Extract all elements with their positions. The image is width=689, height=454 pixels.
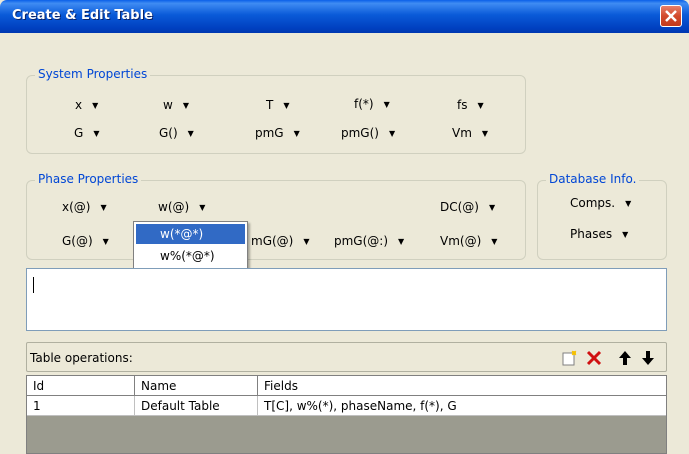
system-properties-group: System Properties bbox=[26, 67, 526, 154]
phase-prop-G[interactable]: G(@) ▼ bbox=[62, 234, 109, 248]
sys-prop-x[interactable]: x ▼ bbox=[75, 98, 98, 112]
sys-prop-pmG[interactable]: pmG ▼ bbox=[255, 126, 300, 140]
phase-prop-mG[interactable]: mG(@) ▼ bbox=[251, 234, 310, 248]
delete-icon[interactable] bbox=[585, 349, 603, 367]
dropdown-arrow-icon: ▼ bbox=[477, 101, 484, 110]
menu-item-w-star[interactable]: w(*@*) bbox=[136, 224, 245, 244]
phase-prop-w-label: w(@) bbox=[158, 200, 190, 214]
dropdown-arrow-icon: ▼ bbox=[625, 199, 632, 208]
db-info-phases[interactable]: Phases ▼ bbox=[570, 227, 628, 241]
sys-prop-pmG-paren-label: pmG() bbox=[341, 126, 379, 140]
new-table-icon[interactable] bbox=[560, 349, 578, 367]
database-info-group: Database Info. bbox=[537, 172, 667, 260]
sys-prop-pmG-label: pmG bbox=[255, 126, 284, 140]
dropdown-arrow-icon: ▼ bbox=[93, 129, 100, 138]
text-caret bbox=[33, 277, 34, 293]
dropdown-arrow-icon: ▼ bbox=[491, 237, 498, 246]
sys-prop-x-label: x bbox=[75, 98, 83, 112]
move-down-icon[interactable] bbox=[639, 349, 657, 367]
dropdown-arrow-icon: ▼ bbox=[388, 129, 396, 138]
phase-properties-group: Phase Properties bbox=[26, 172, 526, 260]
dropdown-arrow-icon: ▼ bbox=[383, 100, 390, 109]
dropdown-arrow-icon: ▼ bbox=[102, 237, 109, 246]
column-header-id[interactable]: Id bbox=[27, 376, 135, 396]
sys-prop-f[interactable]: f(*) ▼ bbox=[354, 97, 390, 111]
dropdown-arrow-icon: ▼ bbox=[622, 230, 629, 239]
column-header-name[interactable]: Name bbox=[135, 376, 258, 396]
sys-prop-w-label: w bbox=[163, 98, 173, 112]
expression-editor[interactable] bbox=[26, 268, 667, 331]
menu-item-w-percent-star[interactable]: w%(*@*) bbox=[136, 246, 245, 266]
sys-prop-fs[interactable]: fs ▼ bbox=[457, 98, 484, 112]
phase-prop-x-label: x(@) bbox=[62, 200, 91, 214]
sys-prop-f-label: f(*) bbox=[354, 97, 374, 111]
table-row-fields[interactable]: T[C], w%(*), phaseName, f(*), G bbox=[258, 396, 666, 416]
dropdown-arrow-icon: ▼ bbox=[488, 203, 496, 212]
phase-prop-Vm[interactable]: Vm(@) ▼ bbox=[440, 234, 497, 248]
sys-prop-G-paren-label: G() bbox=[159, 126, 178, 140]
sys-prop-w[interactable]: w ▼ bbox=[163, 98, 189, 112]
phase-properties-legend: Phase Properties bbox=[35, 172, 142, 186]
column-header-fields[interactable]: Fields bbox=[258, 376, 666, 396]
title-bar: Create & Edit Table bbox=[0, 0, 689, 33]
dropdown-arrow-icon: ▼ bbox=[293, 129, 300, 138]
phase-prop-mG-label: mG(@) bbox=[251, 234, 294, 248]
phase-prop-pmG-label: pmG(@:) bbox=[334, 234, 389, 248]
dropdown-arrow-icon: ▼ bbox=[182, 101, 189, 110]
sys-prop-G-label: G bbox=[74, 126, 84, 140]
db-info-comps[interactable]: Comps. ▼ bbox=[570, 196, 631, 210]
dropdown-arrow-icon: ▼ bbox=[199, 203, 206, 212]
dropdown-arrow-icon: ▼ bbox=[481, 129, 489, 138]
phase-w-dropdown-menu: w(*@*) w%(*@*) bbox=[133, 221, 248, 269]
table-operations-label: Table operations: bbox=[30, 351, 133, 365]
dropdown-arrow-icon: ▼ bbox=[398, 237, 405, 246]
db-info-phases-label: Phases bbox=[570, 227, 613, 241]
sys-prop-T[interactable]: T ▼ bbox=[266, 98, 290, 112]
sys-prop-fs-label: fs bbox=[457, 98, 468, 112]
sys-prop-pmG-paren[interactable]: pmG() ▼ bbox=[341, 126, 395, 140]
phase-prop-Vm-label: Vm(@) bbox=[440, 234, 482, 248]
phase-prop-w[interactable]: w(@) ▼ bbox=[158, 200, 205, 214]
system-properties-legend: System Properties bbox=[35, 67, 151, 81]
phase-prop-G-label: G(@) bbox=[62, 234, 93, 248]
dropdown-arrow-icon: ▼ bbox=[303, 237, 310, 246]
tables-list: Id Name Fields 1 Default Table T[C], w%(… bbox=[26, 375, 667, 454]
sys-prop-G-paren[interactable]: G() ▼ bbox=[159, 126, 194, 140]
close-icon bbox=[665, 10, 677, 22]
dropdown-arrow-icon: ▼ bbox=[100, 203, 107, 212]
move-up-icon[interactable] bbox=[616, 349, 634, 367]
phase-prop-DC-label: DC(@) bbox=[440, 200, 479, 214]
dropdown-arrow-icon: ▼ bbox=[92, 101, 99, 110]
window-title: Create & Edit Table bbox=[12, 8, 153, 23]
table-operations-bar: Table operations: bbox=[26, 342, 667, 372]
database-info-legend: Database Info. bbox=[546, 172, 640, 186]
sys-prop-T-label: T bbox=[266, 98, 274, 112]
phase-prop-DC[interactable]: DC(@) ▼ bbox=[440, 200, 495, 214]
sys-prop-Vm[interactable]: Vm ▼ bbox=[452, 126, 488, 140]
sys-prop-Vm-label: Vm bbox=[452, 126, 472, 140]
dropdown-arrow-icon: ▼ bbox=[187, 129, 194, 138]
sys-prop-G[interactable]: G ▼ bbox=[74, 126, 99, 140]
table-row-id[interactable]: 1 bbox=[27, 396, 135, 416]
dropdown-arrow-icon: ▼ bbox=[283, 101, 290, 110]
table-row-name[interactable]: Default Table bbox=[135, 396, 258, 416]
close-button[interactable] bbox=[660, 5, 682, 27]
phase-prop-x[interactable]: x(@) ▼ bbox=[62, 200, 107, 214]
phase-prop-pmG[interactable]: pmG(@:) ▼ bbox=[334, 234, 404, 248]
db-info-comps-label: Comps. bbox=[570, 196, 616, 210]
